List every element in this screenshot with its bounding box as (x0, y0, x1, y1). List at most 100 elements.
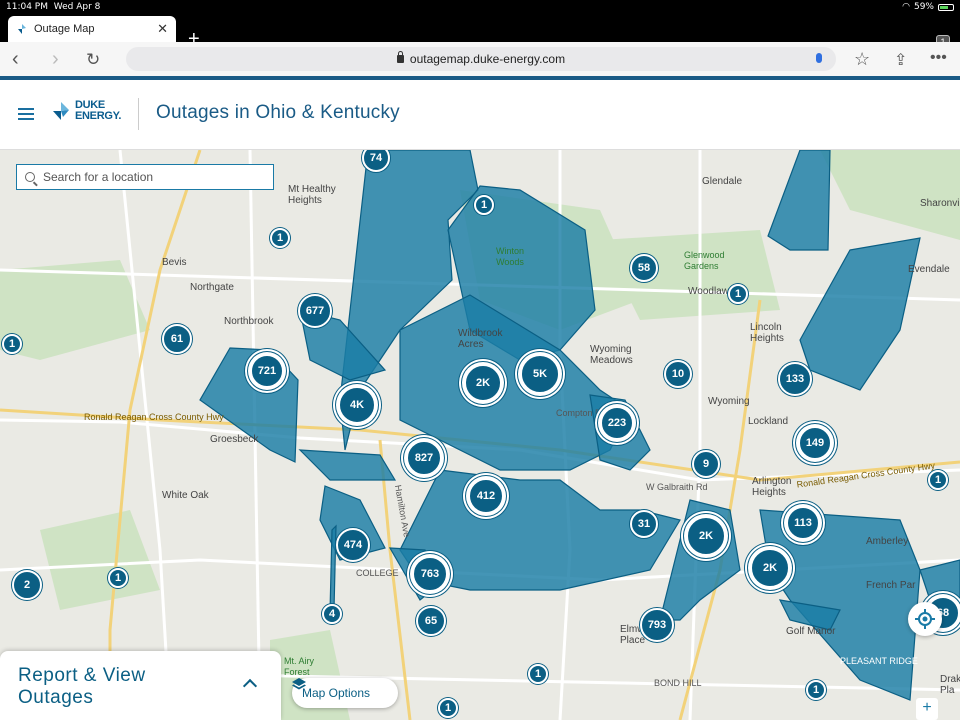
report-panel-title: Report & View Outages (18, 665, 146, 708)
outage-cluster[interactable]: 5K (520, 354, 560, 394)
outage-cluster[interactable]: 10 (664, 360, 692, 388)
outage-cluster[interactable]: 9 (692, 450, 720, 478)
outage-cluster[interactable]: 149 (798, 426, 832, 460)
outage-cluster[interactable]: 1 (270, 228, 290, 248)
url-field[interactable]: outagemap.duke-energy.com (126, 47, 836, 71)
map-label-wildbrook: Wildbrook Acres (458, 328, 503, 350)
outage-cluster[interactable]: 1 (528, 664, 548, 684)
map-label-french-park: French Par (866, 580, 916, 591)
outage-cluster[interactable]: 58 (630, 254, 658, 282)
browser-tab[interactable]: Outage Map ✕ (8, 16, 176, 42)
map-options-label: Map Options (302, 686, 371, 700)
map-label-wyoming-meadows: Wyoming Meadows (590, 344, 633, 366)
map-label-glenwood: Glenwood Gardens (684, 250, 725, 271)
outage-map[interactable]: Mt Healthy Heights Bevis Northgate North… (0, 150, 960, 720)
map-label-bond-hill: BOND HILL (654, 678, 702, 688)
outage-cluster[interactable]: 1 (438, 698, 458, 718)
outage-cluster[interactable]: 1 (474, 195, 494, 215)
outage-cluster[interactable]: 1 (2, 334, 22, 354)
report-outages-panel[interactable]: Report & View Outages (0, 651, 281, 720)
map-label-glendale: Glendale (702, 176, 743, 187)
outage-cluster[interactable]: 113 (786, 506, 820, 540)
map-label-pleasant-ridge: PLEASANT RIDGE (840, 656, 918, 666)
outage-cluster[interactable]: 793 (640, 608, 674, 642)
menu-icon[interactable] (18, 108, 34, 120)
outage-cluster[interactable]: 2K (464, 364, 502, 402)
outage-cluster[interactable]: 1 (806, 680, 826, 700)
site-header: DUKE ENERGY. Outages in Ohio & Kentucky (0, 80, 960, 150)
status-date: Wed Apr 8 (53, 2, 101, 12)
outage-cluster[interactable]: 827 (406, 440, 442, 476)
microphone-icon[interactable] (816, 53, 822, 63)
url-text: outagemap.duke-energy.com (409, 52, 566, 66)
close-tab-icon[interactable]: ✕ (157, 21, 168, 37)
outage-cluster[interactable]: 133 (778, 362, 812, 396)
tab-strip: Outage Map ✕ + 1 (0, 14, 960, 49)
map-label-compton: Compton Rd (556, 408, 607, 418)
outage-cluster[interactable]: 65 (416, 606, 446, 636)
map-options-button[interactable]: Map Options (292, 678, 398, 708)
outage-cluster[interactable]: 1 (108, 568, 128, 588)
search-input[interactable] (43, 170, 253, 184)
search-icon (25, 172, 35, 182)
outage-cluster[interactable]: 677 (298, 294, 332, 328)
battery-percent: 59% (913, 2, 934, 12)
map-label-mt-airy: Mt. Airy Forest (284, 656, 315, 677)
outage-cluster[interactable]: 412 (468, 478, 504, 514)
locate-me-button[interactable] (908, 602, 942, 636)
outage-cluster[interactable]: 1 (928, 470, 948, 490)
bookmark-star-icon[interactable]: ☆ (854, 49, 870, 70)
map-label-college: COLLEGE (356, 568, 399, 578)
outage-cluster[interactable]: 223 (600, 406, 634, 440)
duke-energy-logo[interactable]: DUKE ENERGY. (50, 100, 122, 122)
outage-cluster[interactable]: 474 (336, 528, 370, 562)
outage-cluster[interactable]: 2 (12, 570, 42, 600)
map-label-winton-woods: Winton Woods (496, 246, 525, 267)
outage-cluster[interactable]: 2K (686, 516, 726, 556)
outage-cluster[interactable]: 2K (750, 548, 790, 588)
battery-icon (938, 3, 954, 11)
outage-cluster[interactable]: 4 (322, 604, 342, 624)
logo-mark-icon (53, 102, 69, 120)
forward-icon[interactable]: › (52, 48, 59, 71)
map-label-drake: Drak Pla (940, 674, 960, 696)
map-label-mt-healthy: Mt Healthy Heights (288, 184, 336, 206)
map-label-sharonville: Sharonvil (920, 198, 960, 209)
page-title: Outages in Ohio & Kentucky (156, 102, 400, 123)
outage-cluster[interactable]: 763 (412, 556, 448, 592)
outage-cluster[interactable]: 31 (630, 510, 658, 538)
outage-cluster[interactable]: 721 (250, 354, 284, 388)
wifi-icon: ◠ (902, 2, 910, 12)
map-label-evendale: Evendale (908, 264, 950, 275)
duke-energy-favicon-icon (18, 24, 26, 34)
outage-cluster[interactable]: 4K (338, 386, 376, 424)
logo-line2: ENERGY. (75, 110, 122, 122)
map-label-lockland: Lockland (748, 416, 789, 427)
tab-title: Outage Map (34, 23, 95, 35)
back-icon[interactable]: ‹ (12, 48, 19, 71)
chevron-up-icon[interactable] (242, 678, 258, 694)
map-label-bevis: Bevis (162, 257, 187, 268)
layers-icon (292, 678, 306, 690)
crosshair-icon (915, 609, 935, 629)
status-time: 11:04 PM (6, 2, 48, 12)
outage-cluster[interactable]: 61 (162, 324, 192, 354)
map-label-galbraith: W Galbraith Rd (646, 482, 708, 492)
address-bar-row: ‹ › ↻ outagemap.duke-energy.com ☆ ⇪ ••• (0, 42, 960, 76)
map-label-amberley: Amberley (866, 536, 909, 547)
map-label-wyoming: Wyoming (708, 396, 750, 407)
map-label-woodlawn: Woodlaw (688, 286, 729, 297)
outage-cluster[interactable]: 1 (728, 284, 748, 304)
zoom-in-button[interactable]: + (916, 698, 938, 720)
map-label-lincoln: Lincoln Heights (750, 322, 784, 344)
reload-icon[interactable]: ↻ (86, 50, 100, 70)
share-icon[interactable]: ⇪ (894, 50, 907, 70)
map-label-golf-manor: Golf Manor (786, 626, 836, 637)
location-search-box[interactable] (16, 164, 274, 190)
map-label-northbrook: Northbrook (224, 316, 274, 327)
map-label-groesbeck: Groesbeck (210, 434, 259, 445)
more-icon[interactable]: ••• (930, 49, 947, 67)
lock-icon (396, 51, 404, 63)
map-label-arlington: Arlington Heights (752, 476, 792, 498)
map-label-northgate: Northgate (190, 282, 234, 293)
